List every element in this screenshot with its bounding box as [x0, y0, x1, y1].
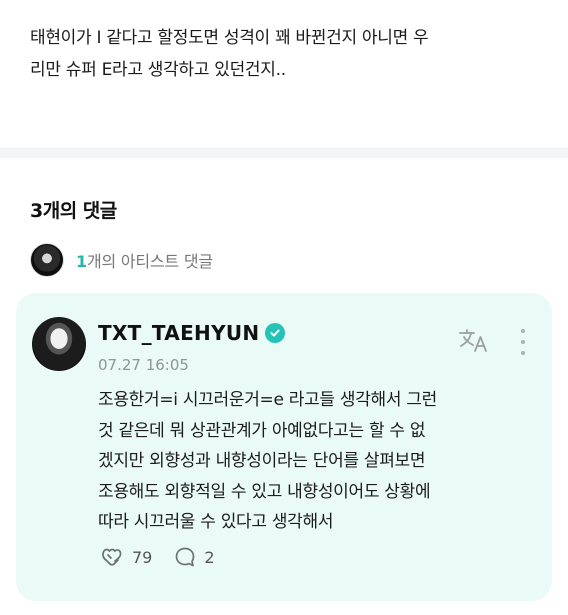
- comment-line: 따라 시끄러울 수 있다고 생각해서: [98, 512, 334, 532]
- artist-comments-label: 1개의 아티스트 댓글: [76, 248, 213, 272]
- artist-avatar: [30, 243, 64, 277]
- comment-count: 3개의 댓글: [30, 200, 117, 222]
- artist-comment-count: 1: [76, 252, 87, 271]
- verified-badge-icon: [265, 323, 286, 343]
- post-text-line: 태현이가 I 같다고 할정도면 성격이 꽤 바뀐건지 아니면 우: [30, 28, 429, 48]
- author-name: TXT_TAEHYUN: [98, 321, 260, 345]
- translate-icon[interactable]: [458, 327, 490, 355]
- more-vertical-icon[interactable]: [518, 329, 528, 355]
- author-name-row[interactable]: TXT_TAEHYUN: [98, 321, 286, 345]
- reply-count: 2: [204, 547, 215, 567]
- comment-line: 겠지만 외향성과 내향성이라는 단어를 살펴보면: [98, 451, 426, 471]
- comment-date: 07.27 16:05: [98, 356, 189, 374]
- author-avatar[interactable]: [32, 317, 86, 371]
- like-button[interactable]: 79: [100, 546, 152, 568]
- post-text: 태현이가 I 같다고 할정도면 성격이 꽤 바뀐건지 아니면 우 리만 슈퍼 E…: [30, 22, 550, 86]
- reply-button[interactable]: 2: [174, 546, 215, 568]
- comment-line: 조용한거=i 시끄러운거=e 라고들 생각해서 그런: [98, 390, 438, 410]
- speech-bubble-icon: [176, 547, 195, 567]
- post-text-line: 리만 슈퍼 E라고 생각하고 있던건지..: [30, 60, 286, 80]
- artist-comments-toggle[interactable]: 1개의 아티스트 댓글: [30, 243, 213, 277]
- section-divider: [0, 148, 568, 158]
- comment-body: 조용한거=i 시끄러운거=e 라고들 생각해서 그런 것 같은데 뭐 상관관계가…: [98, 385, 538, 538]
- comment-actions: 79 2: [100, 546, 215, 568]
- comment-line: 조용해도 외향적일 수 있고 내향성이어도 상황에: [98, 481, 431, 502]
- like-count: 79: [132, 547, 153, 567]
- heart-hands-icon: [102, 548, 122, 566]
- comment-line: 것 같은데 뭐 상관관계가 아예없다고는 할 수 없: [98, 420, 426, 441]
- artist-comment-card: TXT_TAEHYUN 07.27 16:05 조용한거=i 시끄러운거=e 라…: [16, 293, 552, 601]
- artist-comment-suffix: 개의 아티스트 댓글: [86, 252, 213, 271]
